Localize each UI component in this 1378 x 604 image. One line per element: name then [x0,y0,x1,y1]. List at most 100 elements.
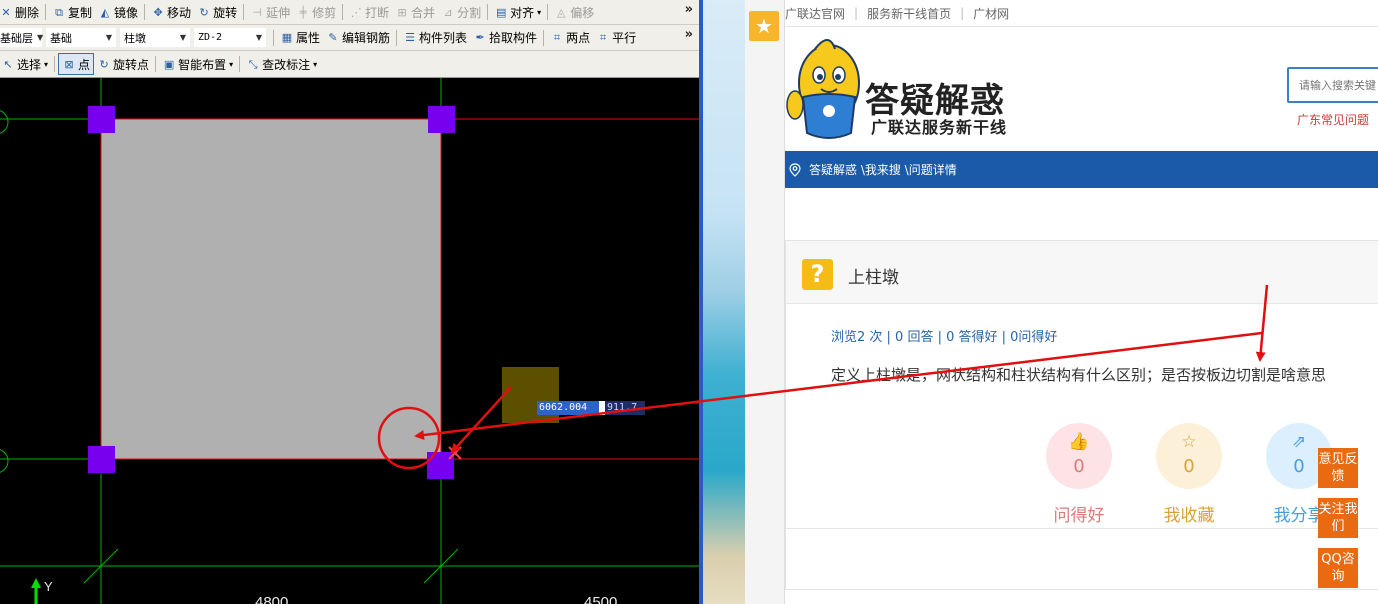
component-list-button[interactable]: ☰ 构件列表 [400,27,470,49]
properties-button[interactable]: ▦ 属性 [277,27,323,49]
extend-icon: ⊣ [252,5,262,19]
rotate-point-label: 旋转点 [113,57,150,72]
card-divider [786,528,1378,529]
component-toolbar: 基础层 ▼ 基础 ▼ 柱墩 ▼ ZD-2 ▼ ▦ 属性 ✎ 编辑钢筋 ☰ 构件列表 ✒ 拾取构件 ⌗ 两点… [0,25,699,51]
annotation-label: 查改标注 [262,57,311,72]
break-icon: ⋰ [350,5,362,19]
select-label: 选择 [17,57,42,72]
align-label: 对齐 [510,5,535,20]
rotate-point-button[interactable]: ↻ 旋转点 [94,53,152,75]
desktop-background [703,0,745,604]
point-icon: ⊠ [64,57,74,71]
question-stats: 浏览2 次 | 0 回答 | 0 答得好 | 0问得好 [831,330,1058,345]
trim-button[interactable]: ╪ 修剪 [293,1,339,23]
chevron-down-icon: ▼ [255,33,262,42]
follow-us-button[interactable]: 关注我们 [1318,498,1358,538]
toolbar-separator [54,56,56,72]
feedback-button[interactable]: 意见反馈 [1318,448,1358,488]
rotate-point-icon: ↻ [99,57,109,71]
cad-window: ✕ 删除 ⧉ 复制 ◭ 镜像 ✥ 移动 ↻ 旋转 ⊣ 延伸 ╪ 修剪 ⋰ 打断 ⊞ 合并 ⊿ 分割 ▤ 对齐 ▾ ◬ 偏移 » … [0,0,699,604]
edit-rebar-label: 编辑钢筋 [342,31,391,45]
mascot-logo[interactable] [785,35,865,147]
toolbar-separator [144,4,146,20]
component-list-icon: ☰ [405,31,415,44]
two-point-button[interactable]: ⌗ 两点 [547,27,593,49]
favorites-star-icon[interactable]: ★ [749,11,779,41]
edit-rebar-icon: ✎ [328,31,338,44]
grip-bottom-right [427,452,454,479]
grip-top-right [428,106,455,133]
dimension-4800: 4800 [255,594,288,604]
edit-rebar-button[interactable]: ✎ 编辑钢筋 [323,27,393,49]
offset-button[interactable]: ◬ 偏移 [551,1,597,23]
brand-subtitle: 广联达服务新干线 [871,118,1008,137]
align-button[interactable]: ▤ 对齐 ▾ [491,1,544,23]
align-icon: ▤ [495,5,507,19]
axis-bubble [0,449,9,473]
draw-toolbar: ↖ 选择 ▾ ⊠ 点 ↻ 旋转点 ▣ 智能布置 ▾ ⤡ 查改标注 ▾ [0,51,699,78]
toolbar-overflow-chevron[interactable]: » [685,2,693,17]
hot-topics-link[interactable]: 广东常见问题 [1297,111,1369,128]
pick-component-button[interactable]: ✒ 拾取构件 [470,27,540,49]
move-label: 移动 [167,5,192,20]
thumbs-up-icon: 👍 [1068,432,1090,452]
parallel-button[interactable]: ⌗ 平行 [593,27,639,49]
rotate-button[interactable]: ↻ 旋转 [194,1,240,23]
move-button[interactable]: ✥ 移动 [148,1,194,23]
breadcrumb-path[interactable]: 答疑解惑 \我来搜 \问题详情 [809,161,957,178]
edit-toolbar: ✕ 删除 ⧉ 复制 ◭ 镜像 ✥ 移动 ↻ 旋转 ⊣ 延伸 ╪ 修剪 ⋰ 打断 ⊞ 合并 ⊿ 分割 ▤ 对齐 ▾ ◬ 偏移 » [0,0,699,25]
mirror-label: 镜像 [114,5,139,20]
category-combo[interactable]: 基础 ▼ [46,28,116,47]
breadcrumb: 答疑解惑 \我来搜 \问题详情 [785,151,1378,188]
nav-link-materials[interactable]: 广材网 [973,5,1009,22]
delete-button[interactable]: ✕ 删除 [0,1,42,23]
type-combo[interactable]: 柱墩 ▼ [120,28,190,47]
select-button[interactable]: ↖ 选择 ▾ [0,53,51,75]
copy-button[interactable]: ⧉ 复制 [49,1,95,23]
question-body: 定义上柱墩是，网状结构和柱状结构有什么区别；是否按板边切割是啥意思 [831,366,1327,384]
chevron-down-icon: ▾ [229,59,234,69]
question-title: 上柱墩 [848,268,899,288]
like-button-circle[interactable]: 👍 0 [1046,423,1112,489]
favorite-button-circle[interactable]: ☆ 0 [1156,423,1222,489]
merge-label: 合并 [411,5,436,20]
web-page: 广联达官网 | 服务新干线首页 | 广材网 答疑解惑 广联达服务新干线 广东常见… [785,0,1378,604]
merge-button[interactable]: ⊞ 合并 [392,1,438,23]
grip-top-left [88,106,115,133]
nav-link-glodon-official[interactable]: 广联达官网 [785,5,845,22]
browser-favorites-bar: ★ [745,0,785,604]
chevron-down-icon: ▾ [537,7,542,17]
split-button[interactable]: ⊿ 分割 [438,1,484,23]
qq-consult-button[interactable]: QQ咨询 [1318,548,1358,588]
y-axis-indicator [31,578,41,604]
parallel-label: 平行 [612,31,637,45]
column-pier-shape[interactable] [100,118,442,460]
mirror-icon: ◭ [100,5,110,19]
delete-icon: ✕ [1,5,11,19]
coordinate-x-input[interactable]: 6062.004 [537,401,599,415]
mirror-button[interactable]: ◭ 镜像 [95,1,141,23]
search-input[interactable] [1287,67,1378,103]
point-label: 点 [78,57,91,72]
trim-icon: ╪ [299,5,307,19]
point-button[interactable]: ⊠ 点 [58,53,95,75]
toolbar-overflow-chevron[interactable]: » [685,27,693,42]
break-button[interactable]: ⋰ 打断 [346,1,392,23]
delete-label: 删除 [15,5,40,20]
name-combo-value: ZD-2 [198,32,223,43]
coordinate-y-input[interactable]: 911.7 [605,401,645,415]
properties-icon: ▦ [281,31,293,44]
layer-combo[interactable]: 基础层 ▼ [0,28,44,47]
favorite-button[interactable]: ☆ 0 我收藏 [1144,423,1234,526]
smart-layout-button[interactable]: ▣ 智能布置 ▾ [159,53,236,75]
split-label: 分割 [457,5,482,20]
drawing-canvas[interactable]: Y 4800 4500 [0,78,699,604]
chevron-down-icon: ▼ [37,33,44,42]
location-pin-icon [789,162,801,177]
annotation-button[interactable]: ⤡ 查改标注 ▾ [243,53,320,75]
extend-button[interactable]: ⊣ 延伸 [247,1,293,23]
name-combo[interactable]: ZD-2 ▼ [194,28,266,47]
nav-link-service-home[interactable]: 服务新干线首页 [867,5,951,22]
like-button[interactable]: 👍 0 问得好 [1034,423,1124,526]
toolbar-separator [45,4,47,20]
